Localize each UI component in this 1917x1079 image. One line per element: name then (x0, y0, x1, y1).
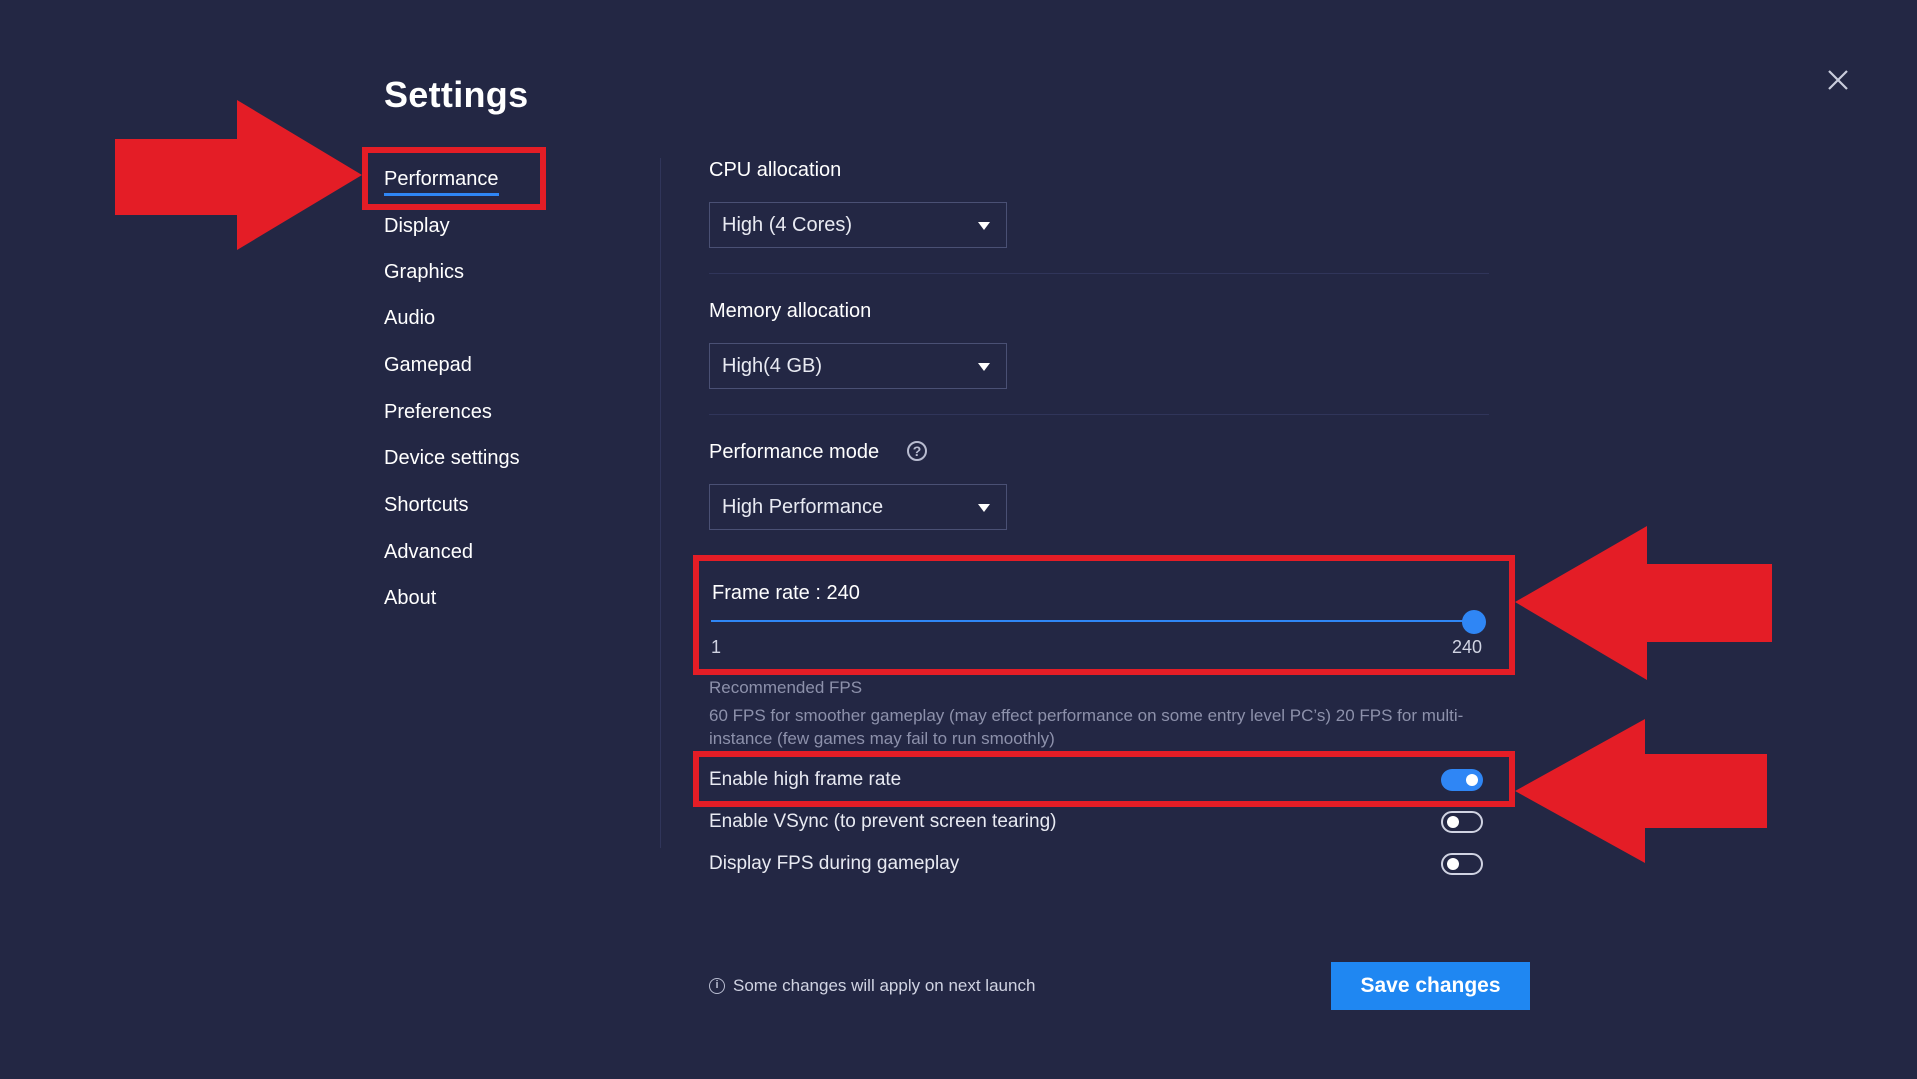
cpu-allocation-select[interactable]: High (4 Cores) (709, 202, 1007, 248)
section-divider (709, 414, 1489, 415)
sidebar-item-shortcuts[interactable]: Shortcuts (384, 493, 468, 517)
toggle-knob (1447, 858, 1459, 870)
recommended-fps-text: 60 FPS for smoother gameplay (may effect… (709, 706, 1464, 748)
sidebar-item-audio[interactable]: Audio (384, 306, 435, 330)
annotation-box-performance (362, 147, 546, 210)
close-icon[interactable] (1826, 68, 1850, 92)
chevron-down-icon (978, 504, 990, 512)
sidebar-divider (660, 158, 661, 848)
performance-mode-select[interactable]: High Performance (709, 484, 1007, 530)
recommended-fps-title: Recommended FPS (709, 678, 863, 697)
page-title: Settings (384, 74, 529, 115)
annotation-arrow-left (1515, 526, 1772, 680)
memory-allocation-label: Memory allocation (709, 300, 872, 322)
enable-vsync-toggle[interactable] (1441, 811, 1483, 833)
sidebar-item-about[interactable]: About (384, 586, 436, 610)
sidebar-item-gamepad[interactable]: Gamepad (384, 353, 472, 377)
chevron-down-icon (978, 222, 990, 230)
enable-vsync-label: Enable VSync (to prevent screen tearing) (709, 811, 1057, 832)
restart-note: Some changes will apply on next launch (733, 976, 1036, 995)
help-icon[interactable]: ? (907, 441, 927, 461)
performance-mode-value: High Performance (722, 496, 884, 518)
annotation-box-high-frame-rate (693, 751, 1515, 807)
save-changes-button[interactable]: Save changes (1331, 962, 1530, 1010)
display-fps-label: Display FPS during gameplay (709, 853, 960, 874)
sidebar-item-device-settings[interactable]: Device settings (384, 446, 520, 470)
sidebar-item-advanced[interactable]: Advanced (384, 540, 473, 564)
annotation-box-frame-rate (693, 555, 1515, 675)
cpu-allocation-value: High (4 Cores) (722, 214, 853, 236)
annotation-arrow-right (115, 100, 362, 250)
memory-allocation-value: High(4 GB) (722, 355, 823, 377)
annotation-arrow-left (1515, 719, 1767, 863)
sidebar-item-graphics[interactable]: Graphics (384, 260, 464, 284)
sidebar-item-preferences[interactable]: Preferences (384, 400, 492, 424)
memory-allocation-select[interactable]: High(4 GB) (709, 343, 1007, 389)
cpu-allocation-label: CPU allocation (709, 159, 842, 181)
info-icon: i (709, 978, 725, 994)
sidebar-item-display[interactable]: Display (384, 214, 450, 238)
display-fps-toggle[interactable] (1441, 853, 1483, 875)
performance-mode-label: Performance mode (709, 441, 880, 463)
section-divider (709, 273, 1489, 274)
toggle-knob (1447, 816, 1459, 828)
chevron-down-icon (978, 363, 990, 371)
